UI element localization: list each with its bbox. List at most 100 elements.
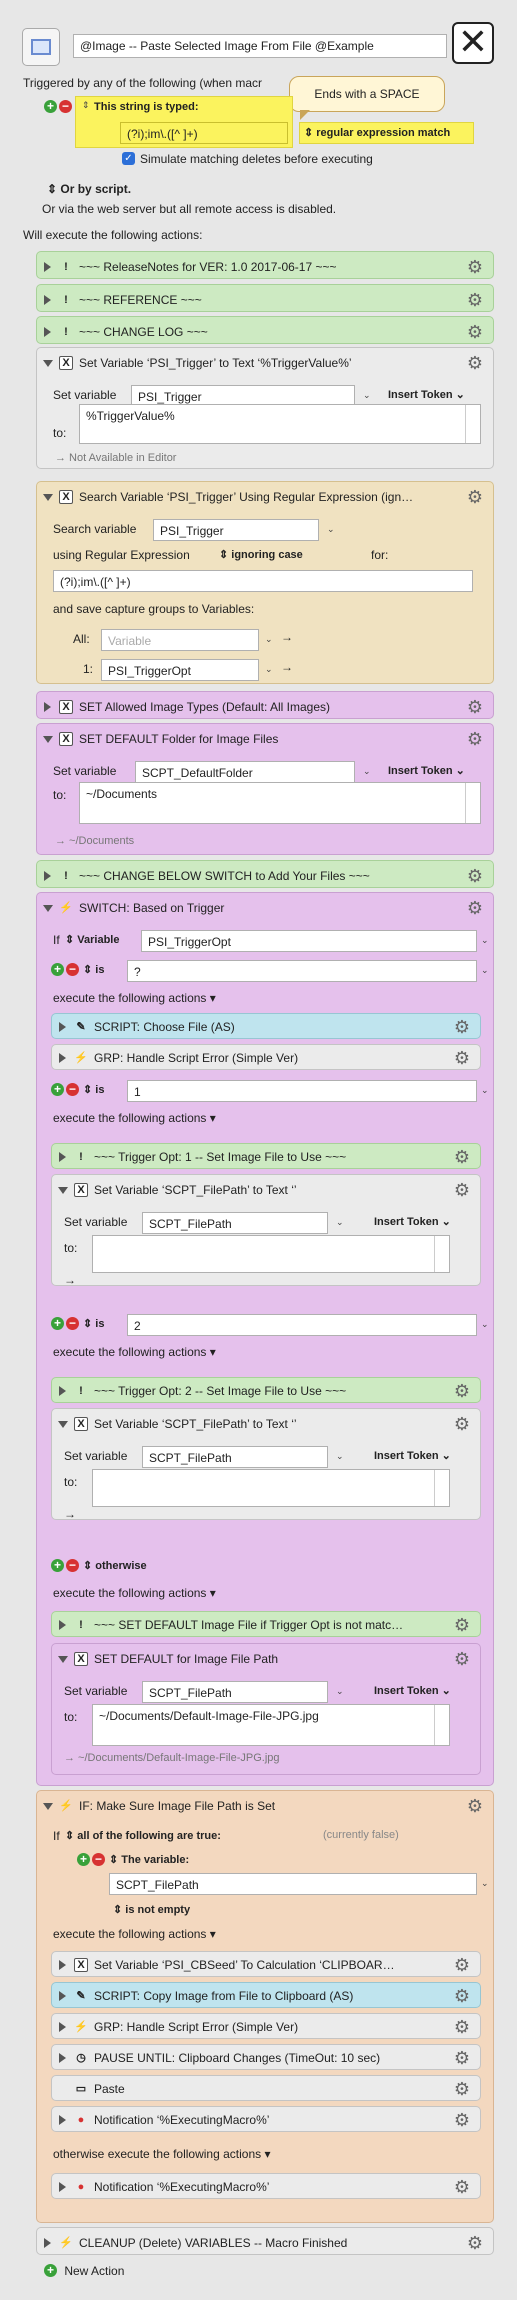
- text-value-field[interactable]: ~/Documents: [79, 782, 481, 824]
- collapse-icon[interactable]: [58, 1187, 68, 1194]
- gear-icon[interactable]: ⚙: [465, 1796, 485, 1816]
- execute-label[interactable]: execute the following actions ▾: [53, 1927, 216, 1941]
- chevron-down-icon[interactable]: ⌄: [481, 1085, 489, 1096]
- expand-icon[interactable]: [59, 1022, 66, 1032]
- add-icon[interactable]: +: [51, 1317, 64, 1330]
- gear-icon[interactable]: ⚙: [452, 2110, 472, 2130]
- or-by-script[interactable]: ⇕ Or by script.: [47, 182, 131, 196]
- simulate-checkbox[interactable]: ✓: [122, 152, 135, 165]
- action-changelog[interactable]: ! ~~~ CHANGE LOG ~~~ ⚙: [36, 316, 494, 344]
- text-value-field[interactable]: ~/Documents/Default-Image-File-JPG.jpg: [92, 1704, 450, 1746]
- trigger-add-remove[interactable]: + −: [44, 100, 72, 114]
- action-switch[interactable]: ⚡ SWITCH: Based on Trigger ⚙ If ⇕ Variabl…: [36, 892, 494, 1786]
- case-add-remove[interactable]: + −: [51, 1559, 79, 1573]
- gear-icon[interactable]: ⚙: [452, 1017, 472, 1037]
- gear-icon[interactable]: ⚙: [452, 1381, 472, 1401]
- expand-icon[interactable]: [59, 2115, 66, 2125]
- chevron-down-icon[interactable]: ⌄: [363, 766, 371, 777]
- execute-label[interactable]: execute the following actions ▾: [53, 991, 216, 1005]
- collapse-icon[interactable]: [43, 736, 53, 743]
- set-filepath-2[interactable]: X Set Variable ‘SCPT_FilePath’ to Text ‘…: [51, 1408, 481, 1521]
- trigger-type-label[interactable]: This string is typed:: [94, 101, 199, 113]
- gear-icon[interactable]: ⚙: [452, 1180, 472, 1200]
- condition-variable-field[interactable]: SCPT_FilePath: [109, 1873, 477, 1895]
- gear-icon[interactable]: ⚙: [465, 729, 485, 749]
- action-default-folder[interactable]: X SET DEFAULT Folder for Image Files ⚙ Se…: [36, 723, 494, 855]
- action-allowed-image-types[interactable]: X SET Allowed Image Types (Default: All …: [36, 691, 494, 719]
- comment-trigger-opt-1[interactable]: ! ~~~ Trigger Opt: 1 -- Set Image File t…: [51, 1143, 481, 1169]
- chevron-down-icon[interactable]: ⌄: [481, 1319, 489, 1330]
- macro-name-field[interactable]: @Image -- Paste Selected Image From File…: [73, 34, 447, 58]
- case-is-select[interactable]: ⇕ is: [83, 963, 104, 976]
- group-one-field[interactable]: PSI_TriggerOpt: [101, 659, 259, 681]
- chevron-down-icon[interactable]: ⌄: [336, 1451, 344, 1462]
- gear-icon[interactable]: ⚙: [465, 898, 485, 918]
- variable-name-field[interactable]: SCPT_FilePath: [142, 1446, 328, 1468]
- expand-icon[interactable]: [59, 1991, 66, 2001]
- chevron-down-icon[interactable]: ⌄: [327, 524, 335, 535]
- group-handle-error[interactable]: ⚡ GRP: Handle Script Error (Simple Ver) ⚙: [51, 1044, 481, 1070]
- case-add-remove[interactable]: + −: [51, 1083, 79, 1097]
- case-select[interactable]: ⇕ ignoring case: [219, 548, 303, 561]
- variable-name-field[interactable]: SCPT_DefaultFolder: [135, 761, 355, 783]
- collapse-icon[interactable]: [58, 1421, 68, 1428]
- execute-label[interactable]: execute the following actions ▾: [53, 1111, 216, 1125]
- regex-field[interactable]: (?i);im\.([^ ]+): [53, 570, 473, 592]
- else-execute-label[interactable]: otherwise execute the following actions …: [53, 2147, 270, 2161]
- if-item-group[interactable]: ⚡ GRP: Handle Script Error (Simple Ver) ⚙: [51, 2013, 481, 2039]
- gear-icon[interactable]: ⚙: [465, 353, 485, 373]
- add-icon[interactable]: +: [44, 100, 57, 113]
- gear-icon[interactable]: ⚙: [452, 1414, 472, 1434]
- insert-token-button[interactable]: Insert Token ⌄: [374, 1684, 451, 1697]
- action-search-variable[interactable]: X Search Variable ‘PSI_Trigger’ Using Re…: [36, 481, 494, 684]
- expand-icon[interactable]: [59, 2182, 66, 2192]
- action-reference[interactable]: ! ~~~ REFERENCE ~~~ ⚙: [36, 284, 494, 312]
- collapse-icon[interactable]: [43, 905, 53, 912]
- new-action-button[interactable]: + New Action: [44, 2263, 124, 2281]
- if-item-paste[interactable]: ▭ Paste ⚙: [51, 2075, 481, 2101]
- is-empty-select[interactable]: ⇕ is not empty: [113, 1903, 190, 1916]
- gear-icon[interactable]: ⚙: [452, 1615, 472, 1635]
- case-add-remove[interactable]: + −: [51, 1317, 79, 1331]
- text-value-field[interactable]: [92, 1235, 450, 1273]
- case-add-remove[interactable]: + −: [51, 963, 79, 977]
- expand-icon[interactable]: [59, 1386, 66, 1396]
- gear-icon[interactable]: ⚙: [465, 866, 485, 886]
- if-item-script[interactable]: ✎ SCRIPT: Copy Image from File to Clipbo…: [51, 1982, 481, 2008]
- case-value-field[interactable]: 1: [127, 1080, 477, 1102]
- remove-icon[interactable]: −: [66, 1559, 79, 1572]
- chevron-down-icon[interactable]: ⌄: [481, 1878, 489, 1889]
- else-item-notification[interactable]: ● Notification ‘%ExecutingMacro%’ ⚙: [51, 2173, 481, 2199]
- remove-icon[interactable]: −: [59, 100, 72, 113]
- gear-icon[interactable]: ⚙: [465, 487, 485, 507]
- gear-icon[interactable]: ⚙: [452, 1955, 472, 1975]
- gear-icon[interactable]: ⚙: [452, 1147, 472, 1167]
- gear-icon[interactable]: ⚙: [452, 2017, 472, 2037]
- gear-icon[interactable]: ⚙: [465, 257, 485, 277]
- case-value-field[interactable]: ?: [127, 960, 477, 982]
- trigger-string-field[interactable]: (?i);im\.([^ ]+): [120, 122, 288, 144]
- expand-icon[interactable]: [59, 1620, 66, 1630]
- expand-icon[interactable]: [44, 871, 51, 881]
- expand-icon[interactable]: [44, 702, 51, 712]
- gear-icon[interactable]: ⚙: [465, 290, 485, 310]
- case-value-field[interactable]: 2: [127, 1314, 477, 1336]
- action-if[interactable]: ⚡ IF: Make Sure Image File Path is Set ⚙ …: [36, 1790, 494, 2223]
- variable-name-field[interactable]: SCPT_FilePath: [142, 1681, 328, 1703]
- if-item-notification[interactable]: ● Notification ‘%ExecutingMacro%’ ⚙: [51, 2106, 481, 2132]
- condition-add-remove[interactable]: + −: [77, 1853, 105, 1867]
- add-icon[interactable]: +: [51, 1559, 64, 1572]
- expand-icon[interactable]: [59, 1053, 66, 1063]
- otherwise-select[interactable]: ⇕ otherwise: [83, 1559, 147, 1572]
- case-is-select[interactable]: ⇕ is: [83, 1317, 104, 1330]
- insert-token-button[interactable]: Insert Token ⌄: [388, 388, 465, 401]
- search-variable-field[interactable]: PSI_Trigger: [153, 519, 319, 541]
- the-variable-select[interactable]: ⇕ The variable:: [109, 1853, 189, 1866]
- trigger-type-chevron-icon[interactable]: ⇕: [82, 100, 90, 111]
- chevron-down-icon[interactable]: ⌄: [363, 390, 371, 401]
- collapse-icon[interactable]: [43, 360, 53, 367]
- action-release-notes[interactable]: ! ~~~ ReleaseNotes for VER: 1.0 2017-06-…: [36, 251, 494, 279]
- switch-variable-field[interactable]: PSI_TriggerOpt: [141, 930, 477, 952]
- chevron-down-icon[interactable]: ⌄: [481, 935, 489, 946]
- expand-icon[interactable]: [59, 1960, 66, 1970]
